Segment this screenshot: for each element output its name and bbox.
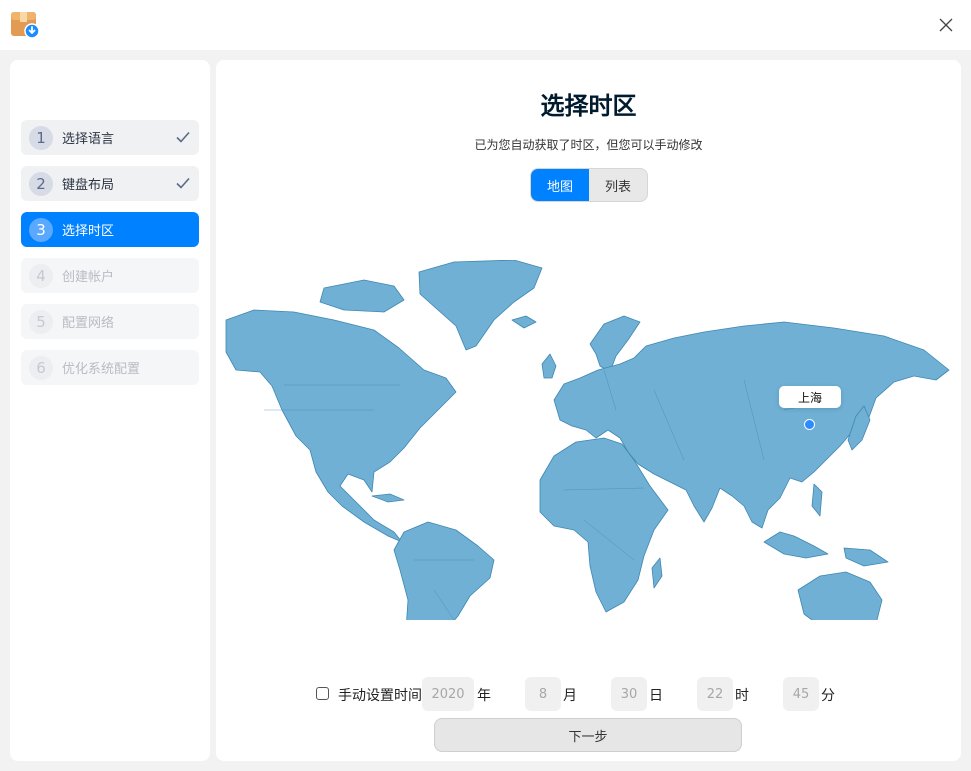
tab-map[interactable]: 地图 [531,169,589,201]
step-optimize-system: 6 优化系统配置 [21,350,199,385]
step-create-account: 4 创建帐户 [21,258,199,293]
map-cuba [371,493,405,503]
step-number: 4 [29,263,53,288]
step-label: 配置网络 [62,316,115,331]
step-label: 创建帐户 [62,270,115,285]
page-subtitle: 已为您自动获取了时区，但您可以手动修改 [474,138,703,152]
close-button[interactable] [930,10,962,40]
steps-sidebar: 1 选择语言 2 键盘布局 3 选择时区 4 创建帐户 5 配置网络 6 优化系… [10,60,210,761]
map-north-america [225,309,457,543]
manual-time-row: 手动设置时间 2020 年 8 月 30 日 22 时 45 分 [216,676,961,712]
step-number: 5 [29,309,53,334]
map-british-isles [541,353,557,379]
next-button[interactable]: 下一步 [434,718,742,752]
selected-city-label: 上海 [779,386,841,408]
step-number: 1 [29,125,53,150]
month-input[interactable]: 8 [525,677,561,711]
hour-input[interactable]: 22 [697,677,733,711]
world-map[interactable] [224,260,954,620]
step-label: 键盘布局 [62,178,115,193]
step-number: 2 [29,171,53,196]
manual-time-checkbox[interactable] [316,687,329,700]
map-madagascar [651,557,663,589]
hour-unit: 时 [735,688,749,704]
month-unit: 月 [563,688,577,704]
day-input[interactable]: 30 [611,677,647,711]
step-number: 6 [29,355,53,380]
step-label: 选择时区 [62,224,115,239]
minute-input[interactable]: 45 [783,677,819,711]
map-philippines [811,483,823,517]
tab-list[interactable]: 列表 [589,169,647,201]
minute-unit: 分 [821,688,835,704]
year-input[interactable]: 2020 [422,677,474,711]
step-label: 优化系统配置 [62,362,141,377]
map-new-guinea [843,547,889,567]
map-iceland [511,315,537,329]
day-unit: 日 [649,688,663,704]
step-label: 选择语言 [62,132,115,147]
step-select-timezone[interactable]: 3 选择时区 [21,212,199,247]
timezone-panel: 选择时区 已为您自动获取了时区，但您可以手动修改 地图 列表 上海 手动设置时间… [216,60,961,761]
map-arctic-islands [319,279,405,313]
close-icon [939,18,953,32]
titlebar [0,0,971,50]
map-indonesia [763,531,829,559]
manual-time-label: 手动设置时间 [338,688,422,704]
step-select-language[interactable]: 1 选择语言 [21,120,199,155]
map-australia [797,571,883,620]
map-greenland [418,260,543,351]
view-toggle: 地图 列表 [530,168,648,202]
installer-box-icon [10,10,40,40]
checkmark-icon [176,131,190,143]
step-configure-network: 5 配置网络 [21,304,199,339]
step-number: 3 [29,217,53,242]
location-pin-icon[interactable] [804,419,815,430]
step-keyboard-layout[interactable]: 2 键盘布局 [21,166,199,201]
year-unit: 年 [477,688,491,704]
page-title: 选择时区 [540,92,637,120]
checkmark-icon [176,177,190,189]
